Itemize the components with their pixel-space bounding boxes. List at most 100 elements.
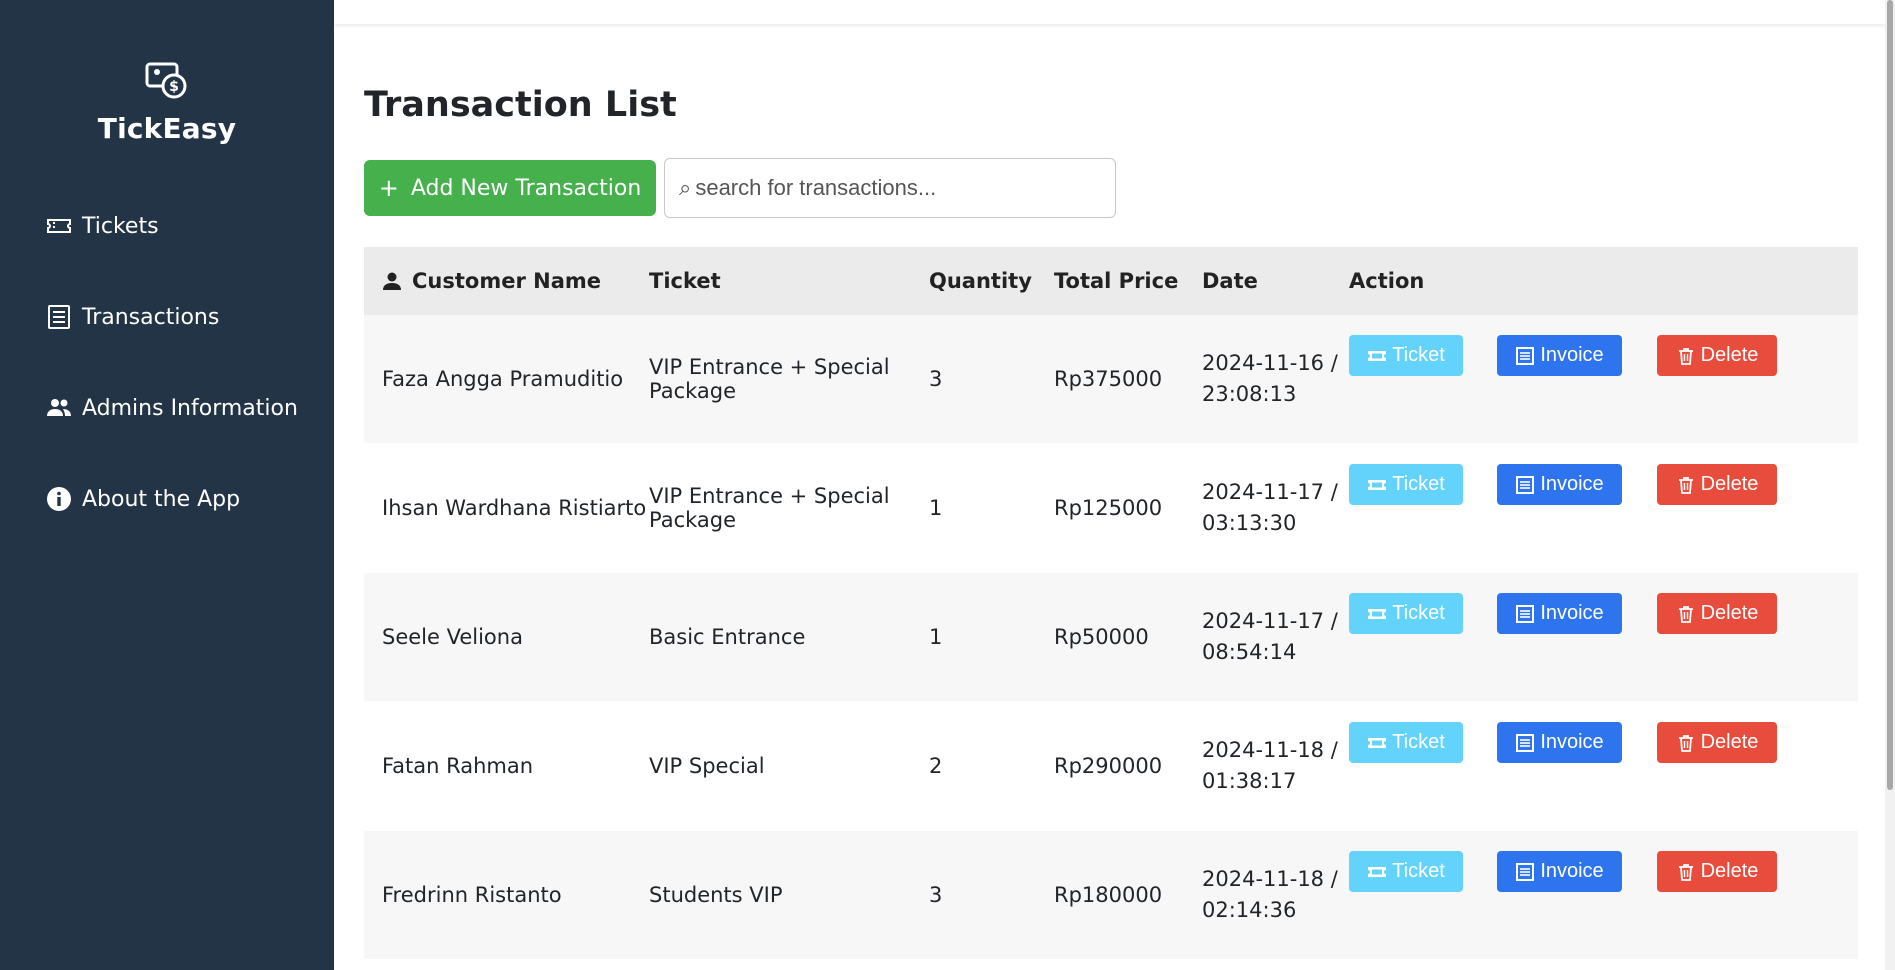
delete-button[interactable]: Delete bbox=[1657, 851, 1777, 892]
invoice-icon bbox=[1516, 475, 1535, 494]
ticket-icon bbox=[1368, 350, 1387, 361]
table-body: Faza Angga Pramuditio VIP Entrance + Spe… bbox=[364, 315, 1858, 960]
header-customer-name[interactable]: Customer Name bbox=[364, 269, 647, 293]
cell-quantity: 1 bbox=[929, 496, 943, 520]
invoice-button[interactable]: Invoice bbox=[1497, 851, 1622, 892]
brand[interactable]: $ TickEasy bbox=[0, 58, 334, 145]
main-content: Transaction List + Add New Transaction ⌕… bbox=[364, 84, 1858, 960]
trash-icon bbox=[1678, 734, 1693, 752]
search-input[interactable] bbox=[695, 175, 1115, 201]
invoice-icon bbox=[1516, 862, 1535, 881]
invoice-icon bbox=[1516, 346, 1535, 365]
transactions-table: Customer Name Ticket Quantity Total Pric… bbox=[364, 247, 1858, 960]
receipt-icon bbox=[48, 305, 70, 329]
invoice-icon bbox=[1516, 733, 1535, 752]
ticket-icon bbox=[1368, 479, 1387, 490]
table-row: Fredrinn Ristanto Students VIP 3 Rp18000… bbox=[364, 831, 1858, 960]
cell-date: 2024-11-17 / 03:13:30 bbox=[1202, 480, 1338, 535]
header-date[interactable]: Date bbox=[1202, 266, 1349, 297]
trash-icon bbox=[1678, 605, 1693, 623]
cell-ticket: VIP Special bbox=[649, 754, 765, 778]
sidebar-item-transactions[interactable]: Transactions bbox=[46, 293, 298, 341]
cell-total-price: Rp180000 bbox=[1054, 883, 1163, 907]
cell-actions: Ticket Invoice Delete bbox=[1349, 573, 1858, 701]
cell-ticket: Basic Entrance bbox=[649, 625, 806, 649]
sidebar-item-tickets[interactable]: Tickets bbox=[46, 202, 298, 250]
info-icon bbox=[47, 487, 71, 511]
invoice-button[interactable]: Invoice bbox=[1497, 593, 1622, 634]
ticket-button[interactable]: Ticket bbox=[1349, 464, 1463, 505]
table-header: Customer Name Ticket Quantity Total Pric… bbox=[364, 247, 1858, 315]
cell-ticket: VIP Entrance + Special Package bbox=[649, 355, 890, 403]
ticket-icon bbox=[1368, 737, 1387, 748]
ticket-button[interactable]: Ticket bbox=[1349, 722, 1463, 763]
cell-total-price: Rp50000 bbox=[1054, 625, 1149, 649]
sidebar-item-label: About the App bbox=[82, 486, 241, 512]
delete-button[interactable]: Delete bbox=[1657, 722, 1777, 763]
cell-actions: Ticket Invoice Delete bbox=[1349, 315, 1858, 443]
sidebar-item-label: Tickets bbox=[82, 213, 159, 239]
cell-customer-name: Fatan Rahman bbox=[382, 754, 534, 778]
sidebar-item-label: Admins Information bbox=[82, 395, 298, 421]
cell-date: 2024-11-18 / 02:14:36 bbox=[1202, 867, 1338, 922]
cell-customer-name: Ihsan Wardhana Ristiarto bbox=[382, 496, 647, 520]
sidebar-item-admins[interactable]: Admins Information bbox=[46, 384, 298, 432]
invoice-icon bbox=[1516, 604, 1535, 623]
delete-button[interactable]: Delete bbox=[1657, 593, 1777, 634]
money-icon: $ bbox=[145, 62, 187, 99]
table-row: Fatan Rahman VIP Special 2 Rp290000 2024… bbox=[364, 702, 1858, 831]
table-row: Ihsan Wardhana Ristiarto VIP Entrance + … bbox=[364, 444, 1858, 573]
invoice-button[interactable]: Invoice bbox=[1497, 464, 1622, 505]
delete-button[interactable]: Delete bbox=[1657, 464, 1777, 505]
user-icon bbox=[383, 272, 401, 290]
ticket-button[interactable]: Ticket bbox=[1349, 851, 1463, 892]
toolbar: + Add New Transaction ⌕ bbox=[364, 158, 1116, 218]
cell-quantity: 1 bbox=[929, 625, 943, 649]
ticket-button[interactable]: Ticket bbox=[1349, 335, 1463, 376]
cell-date: 2024-11-16 / 23:08:13 bbox=[1202, 351, 1338, 406]
ticket-icon bbox=[1368, 608, 1387, 619]
cell-quantity: 2 bbox=[929, 754, 943, 778]
cell-total-price: Rp375000 bbox=[1054, 367, 1163, 391]
add-transaction-label: Add New Transaction bbox=[410, 175, 642, 201]
scrollbar-thumb[interactable] bbox=[1887, 0, 1893, 790]
header-total-price[interactable]: Total Price bbox=[1054, 269, 1202, 293]
invoice-button[interactable]: Invoice bbox=[1497, 722, 1622, 763]
cell-total-price: Rp125000 bbox=[1054, 496, 1163, 520]
app-name: TickEasy bbox=[97, 112, 237, 145]
cell-customer-name: Fredrinn Ristanto bbox=[382, 883, 562, 907]
search-box[interactable]: ⌕ bbox=[664, 158, 1116, 218]
cell-ticket: VIP Entrance + Special Package bbox=[649, 484, 890, 532]
sidebar-nav: Tickets Transactions Admins Information bbox=[46, 202, 298, 566]
ticket-icon bbox=[1368, 866, 1387, 877]
add-transaction-button[interactable]: + Add New Transaction bbox=[364, 160, 656, 216]
cell-actions: Ticket Invoice Delete bbox=[1349, 702, 1858, 830]
header-ticket[interactable]: Ticket bbox=[647, 269, 929, 293]
sidebar: $ TickEasy Tickets Transactions Admins I… bbox=[0, 0, 334, 970]
sidebar-item-about[interactable]: About the App bbox=[46, 475, 298, 523]
table-row: Faza Angga Pramuditio VIP Entrance + Spe… bbox=[364, 315, 1858, 444]
top-bar bbox=[334, 0, 1895, 24]
plus-icon: + bbox=[378, 174, 399, 202]
delete-button[interactable]: Delete bbox=[1657, 335, 1777, 376]
table-row: Seele Veliona Basic Entrance 1 Rp50000 2… bbox=[364, 573, 1858, 702]
ticket-icon bbox=[47, 219, 71, 233]
scrollbar[interactable] bbox=[1885, 0, 1895, 970]
header-quantity[interactable]: Quantity bbox=[929, 269, 1054, 293]
search-icon: ⌕ bbox=[679, 175, 692, 201]
cell-total-price: Rp290000 bbox=[1054, 754, 1163, 778]
invoice-button[interactable]: Invoice bbox=[1497, 335, 1622, 376]
users-icon bbox=[47, 399, 71, 416]
cell-date: 2024-11-18 / 01:38:17 bbox=[1202, 738, 1338, 793]
cell-customer-name: Faza Angga Pramuditio bbox=[382, 367, 624, 391]
cell-actions: Ticket Invoice Delete bbox=[1349, 831, 1858, 959]
svg-text:$: $ bbox=[169, 79, 179, 95]
trash-icon bbox=[1678, 863, 1693, 881]
trash-icon bbox=[1678, 476, 1693, 494]
page-title: Transaction List bbox=[364, 85, 677, 125]
cell-date: 2024-11-17 / 08:54:14 bbox=[1202, 609, 1338, 664]
cell-ticket: Students VIP bbox=[649, 883, 783, 907]
cell-quantity: 3 bbox=[929, 367, 943, 391]
ticket-button[interactable]: Ticket bbox=[1349, 593, 1463, 634]
cell-actions: Ticket Invoice Delete bbox=[1349, 444, 1858, 572]
